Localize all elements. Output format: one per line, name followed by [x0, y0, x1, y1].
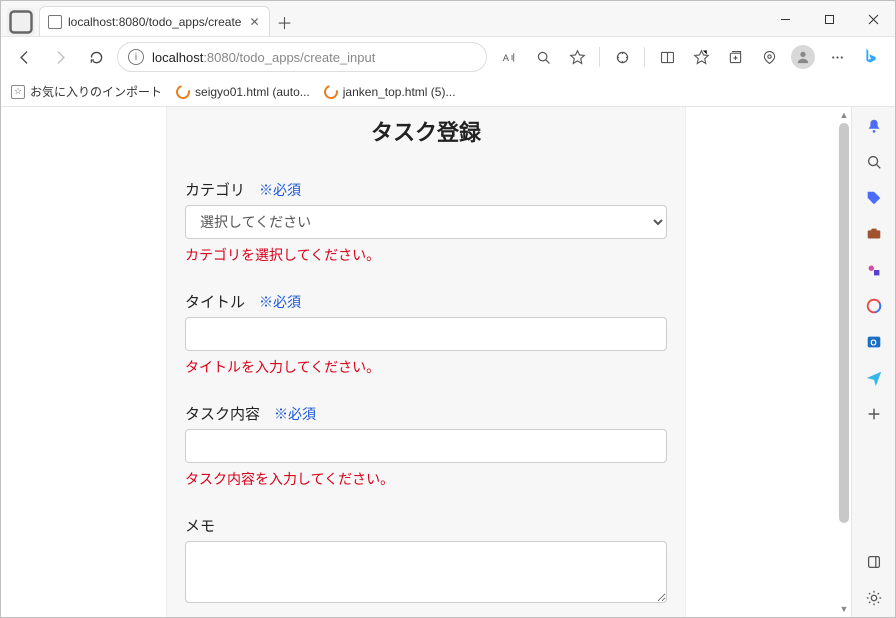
- required-badge: ※必須: [259, 180, 301, 200]
- page-favicon-icon: [48, 15, 62, 29]
- field-content: タスク内容 ※必須 タスク内容を入力してください。: [185, 403, 667, 489]
- url-text: localhost:8080/todo_apps/create_input: [152, 50, 476, 65]
- field-title: タイトル ※必須 タイトルを入力してください。: [185, 291, 667, 377]
- scroll-down-icon[interactable]: ▼: [837, 601, 851, 617]
- memo-textarea[interactable]: [185, 541, 667, 603]
- performance-icon[interactable]: [753, 42, 785, 72]
- form-card: タスク登録 カテゴリ ※必須 選択してください カテゴリを選択してください。 タ…: [166, 107, 686, 617]
- sidebar-bell-icon[interactable]: [863, 115, 885, 137]
- read-aloud-icon[interactable]: A: [493, 42, 525, 72]
- favorites-icon[interactable]: [685, 42, 717, 72]
- tab-strip: localhost:8080/todo_apps/create ✕ ＋: [1, 1, 298, 36]
- zoom-icon[interactable]: [527, 42, 559, 72]
- error-title: タイトルを入力してください。: [185, 357, 667, 377]
- window-titlebar: localhost:8080/todo_apps/create ✕ ＋: [1, 1, 895, 37]
- bookmark-page-icon: [173, 82, 192, 101]
- label-title: タイトル: [185, 291, 245, 312]
- bookmark-item-2[interactable]: janken_top.html (5)...: [324, 85, 456, 99]
- bookmark-label: seigyo01.html (auto...: [195, 85, 310, 99]
- collections-icon[interactable]: [719, 42, 751, 72]
- bookmarks-bar: ☆ お気に入りのインポート seigyo01.html (auto... jan…: [1, 77, 895, 107]
- site-info-icon[interactable]: i: [128, 49, 144, 65]
- back-button[interactable]: [9, 42, 39, 72]
- bookmark-label: お気に入りのインポート: [30, 83, 162, 100]
- bookmark-page-icon: [321, 82, 340, 101]
- profile-avatar[interactable]: [787, 42, 819, 72]
- bookmark-folder-icon: ☆: [11, 85, 25, 99]
- content-input[interactable]: [185, 429, 667, 463]
- category-select[interactable]: 選択してください: [185, 205, 667, 239]
- browser-toolbar: i localhost:8080/todo_apps/create_input …: [1, 37, 895, 77]
- new-tab-button[interactable]: ＋: [270, 8, 298, 36]
- sidebar-settings-icon[interactable]: [863, 587, 885, 609]
- page-title: タスク登録: [185, 107, 667, 153]
- sidebar-add-icon[interactable]: [863, 403, 885, 425]
- more-menu-icon[interactable]: [821, 42, 853, 72]
- split-screen-icon[interactable]: [651, 42, 683, 72]
- scroll-up-icon[interactable]: ▲: [837, 107, 851, 123]
- refresh-button[interactable]: [81, 42, 111, 72]
- field-category: カテゴリ ※必須 選択してください カテゴリを選択してください。: [185, 179, 667, 265]
- title-input[interactable]: [185, 317, 667, 351]
- window-minimize-button[interactable]: [763, 1, 807, 37]
- sidebar-tag-icon[interactable]: [863, 187, 885, 209]
- window-controls: [763, 1, 895, 36]
- sidebar-office-icon[interactable]: [863, 295, 885, 317]
- field-memo: メモ: [185, 515, 667, 606]
- window-close-button[interactable]: [851, 1, 895, 37]
- vertical-scrollbar[interactable]: ▲ ▼: [837, 107, 851, 617]
- window-maximize-button[interactable]: [807, 1, 851, 37]
- bookmark-label: janken_top.html (5)...: [343, 85, 456, 99]
- scroll-track[interactable]: [837, 123, 851, 601]
- sidebar-games-icon[interactable]: [863, 259, 885, 281]
- required-badge: ※必須: [274, 404, 316, 424]
- sidebar-search-icon[interactable]: [863, 151, 885, 173]
- label-content: タスク内容: [185, 403, 260, 424]
- svg-text:O: O: [870, 339, 876, 348]
- bookmark-import[interactable]: ☆ お気に入りのインポート: [11, 83, 162, 100]
- error-content: タスク内容を入力してください。: [185, 469, 667, 489]
- tab-actions-button[interactable]: [7, 8, 35, 36]
- sidebar-tools-icon[interactable]: [863, 223, 885, 245]
- required-badge: ※必須: [259, 292, 301, 312]
- extensions-icon[interactable]: [606, 42, 638, 72]
- address-bar[interactable]: i localhost:8080/todo_apps/create_input: [117, 42, 487, 72]
- browser-tab[interactable]: localhost:8080/todo_apps/create ✕: [39, 6, 270, 36]
- scroll-thumb[interactable]: [839, 123, 849, 523]
- bing-button[interactable]: [855, 37, 887, 77]
- error-category: カテゴリを選択してください。: [185, 245, 667, 265]
- sidebar-collapse-icon[interactable]: [863, 551, 885, 573]
- forward-button: [45, 42, 75, 72]
- label-category: カテゴリ: [185, 179, 245, 200]
- page-viewport: タスク登録 カテゴリ ※必須 選択してください カテゴリを選択してください。 タ…: [1, 107, 851, 617]
- tab-title: localhost:8080/todo_apps/create: [68, 15, 241, 29]
- bookmark-item-1[interactable]: seigyo01.html (auto...: [176, 85, 310, 99]
- favorite-star-icon[interactable]: [561, 42, 593, 72]
- edge-sidebar: O: [851, 107, 895, 617]
- svg-text:A: A: [502, 52, 509, 62]
- sidebar-send-icon[interactable]: [863, 367, 885, 389]
- sidebar-outlook-icon[interactable]: O: [863, 331, 885, 353]
- label-memo: メモ: [185, 515, 215, 536]
- tab-close-button[interactable]: ✕: [247, 15, 261, 29]
